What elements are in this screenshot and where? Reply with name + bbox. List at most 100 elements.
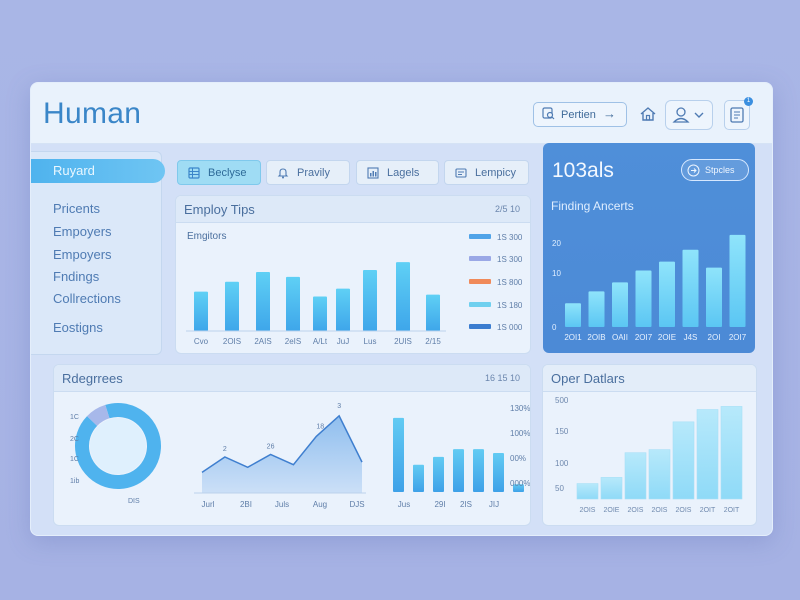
bar bbox=[565, 303, 581, 327]
panel-header: Rdegrrees 16 15 10 bbox=[54, 365, 530, 392]
sidebar-item-collrections[interactable]: Collrections bbox=[53, 291, 121, 306]
user-icon bbox=[672, 107, 690, 123]
x-tick-label: 2OI bbox=[708, 333, 721, 342]
tab-lempicy[interactable]: Lempicy bbox=[444, 160, 529, 185]
x-tick-label: Cvo bbox=[194, 337, 209, 346]
x-tick-label: 2OIE bbox=[604, 507, 620, 514]
legend-label: 1S 800 bbox=[497, 278, 523, 287]
document-search-icon bbox=[542, 106, 555, 123]
bar bbox=[682, 249, 699, 327]
x-tick-label: 2OIS bbox=[676, 507, 692, 514]
pertien-label: Pertien bbox=[561, 108, 596, 121]
tick-label: DIS bbox=[128, 498, 140, 505]
bar bbox=[413, 464, 424, 492]
x-tick-label: Lus bbox=[364, 337, 377, 346]
sidebar-item-empoyers[interactable]: Empoyers bbox=[53, 224, 112, 239]
tick-label: 1C bbox=[70, 414, 79, 421]
bar bbox=[313, 296, 327, 331]
bar bbox=[433, 456, 444, 492]
area-chart: 2 26 18 3 Jurl 2BI Juls Aug DJS bbox=[194, 403, 366, 509]
tab-lagels[interactable]: Lagels bbox=[356, 160, 439, 185]
data-label: 2 bbox=[223, 446, 227, 453]
sidebar-item-empoyers-2[interactable]: Empoyers bbox=[53, 247, 112, 262]
x-tick-label: 2OIS bbox=[580, 507, 596, 514]
bar bbox=[453, 449, 464, 492]
tick-label: 1C bbox=[70, 456, 79, 463]
x-tick-label: 2OIS bbox=[628, 507, 644, 514]
bar bbox=[720, 406, 743, 500]
legend-swatch bbox=[469, 302, 491, 307]
data-label: 18 bbox=[316, 423, 324, 430]
bar bbox=[473, 449, 484, 492]
app-title: Human bbox=[43, 97, 142, 130]
y-tick-label: 100 bbox=[555, 459, 569, 468]
y-tick-label: 20 bbox=[552, 239, 561, 248]
area-fill bbox=[202, 415, 362, 493]
x-tick-label: 2OI1 bbox=[564, 333, 582, 342]
bar bbox=[696, 409, 719, 500]
kpi-panel: 103als Stpcles Finding Ancerts 0 10 20 2OI1… bbox=[543, 143, 755, 353]
chart-icon bbox=[367, 166, 379, 179]
finding-ancerts-chart: 0 10 20 2OI1 2OIB OAII 2OI7 2OIE J4S 2OI 2OI7 bbox=[552, 234, 747, 342]
x-tick-label: 2eIS bbox=[285, 337, 301, 346]
sidebar-item-pricents[interactable]: Pricents bbox=[53, 201, 100, 216]
oper-datlars-panel: Oper Datlars 50 100 150 500 2OIS 2OIE 2OIS 2OIS… bbox=[542, 364, 757, 526]
tick-label: 1ib bbox=[70, 478, 79, 485]
y-tick-label: 500 bbox=[555, 396, 569, 405]
x-tick-label: DJS bbox=[349, 500, 364, 509]
tab-pravily[interactable]: Pravily bbox=[266, 160, 350, 185]
x-tick-label: 2OIB bbox=[587, 333, 605, 342]
x-tick-label: 2IS bbox=[460, 500, 472, 509]
employ-tips-chart: Cvo 2OIS 2AIS 2eIS A/Lt JuJ Lus 2UIS 2/15 1S 300 1… bbox=[186, 233, 523, 346]
bar bbox=[493, 453, 504, 492]
y-tick-label: 10 bbox=[552, 269, 561, 278]
y-tick-label: 000% bbox=[510, 479, 530, 488]
bar bbox=[588, 291, 605, 327]
x-tick-label: J4S bbox=[684, 333, 698, 342]
y-tick-label: 00% bbox=[510, 454, 526, 463]
employ-tips-panel: Employ Tips 2/5 10 Emgitors Cvo 2OIS 2AIS 2… bbox=[175, 195, 531, 354]
legend-swatch bbox=[469, 256, 491, 261]
x-tick-label: Aug bbox=[313, 500, 327, 509]
bar bbox=[706, 267, 722, 327]
x-tick-label: Jus bbox=[398, 500, 410, 509]
x-tick-label: 2OIT bbox=[700, 507, 716, 514]
data-label: 3 bbox=[337, 403, 341, 410]
app-window: Human Pertien → 1 Ruyard Pricents Empoye… bbox=[30, 82, 773, 536]
bar bbox=[393, 417, 404, 492]
bar bbox=[225, 281, 239, 331]
legend-label: 1S 300 bbox=[497, 255, 523, 264]
tab-pravily-label: Pravily bbox=[297, 166, 331, 179]
user-menu-button[interactable] bbox=[665, 100, 713, 130]
bell-icon bbox=[277, 167, 289, 178]
y-tick-label: 0 bbox=[552, 323, 557, 332]
sidebar-item-fndings[interactable]: Fndings bbox=[53, 269, 99, 284]
x-tick-label: A/Lt bbox=[313, 337, 328, 346]
engagement-meta: 16 15 10 bbox=[484, 373, 520, 383]
engagement-panel: Rdegrrees 16 15 10 1C 2C 1C 1ib DIS 2 26 18 3 Ju… bbox=[53, 364, 531, 526]
grid-icon bbox=[188, 166, 200, 179]
x-tick-label: 29I bbox=[434, 500, 445, 509]
bar bbox=[576, 483, 599, 500]
tick-label: 2C bbox=[70, 436, 79, 443]
percentage-bar-chart: 130% 100% 00% 000% Jus 29I 2IS JIJ bbox=[393, 404, 530, 509]
bar bbox=[256, 271, 270, 331]
sidebar-item-ruyard[interactable]: Ruyard bbox=[31, 159, 165, 183]
bar bbox=[396, 262, 410, 331]
top-bar: Human Pertien → 1 bbox=[31, 83, 772, 144]
x-tick-label: 2UIS bbox=[394, 337, 412, 346]
home-icon[interactable] bbox=[639, 105, 657, 123]
bar bbox=[426, 294, 440, 331]
legend-swatch bbox=[469, 324, 491, 329]
sidebar-item-eostigns[interactable]: Eostigns bbox=[53, 320, 103, 335]
pertien-button[interactable]: Pertien → bbox=[533, 102, 627, 127]
tab-beclyse[interactable]: Beclyse bbox=[177, 160, 261, 185]
x-tick-label: 2OI7 bbox=[635, 333, 653, 342]
notifications-button[interactable]: 1 bbox=[724, 97, 753, 130]
y-tick-label: 100% bbox=[510, 429, 530, 438]
legend-swatch bbox=[469, 279, 491, 284]
arrow-right-icon: → bbox=[603, 106, 616, 121]
legend-label: 1S 000 bbox=[497, 323, 523, 332]
y-tick-label: 150 bbox=[555, 427, 569, 436]
panel-header: Oper Datlars bbox=[543, 365, 756, 392]
